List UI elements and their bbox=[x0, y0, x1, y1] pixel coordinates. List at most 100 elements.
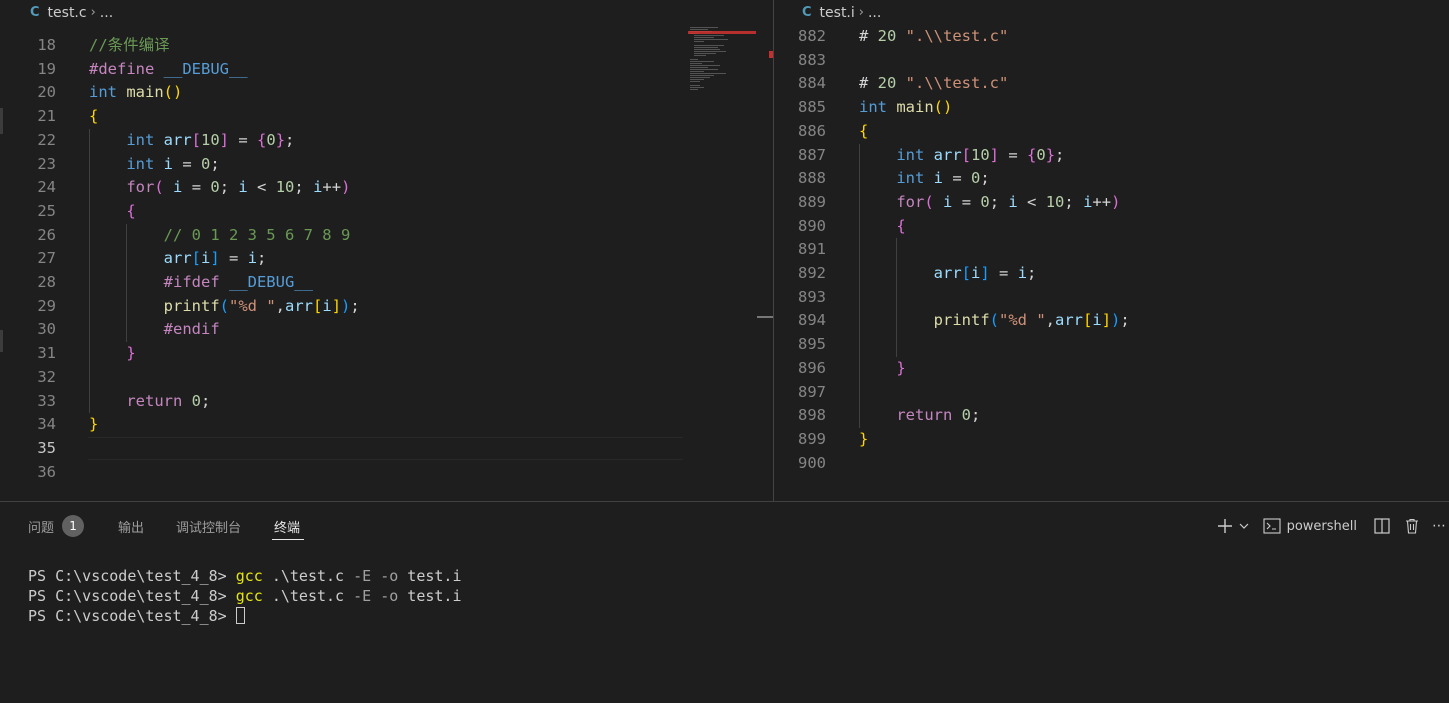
code-line[interactable]: 883 bbox=[774, 49, 1449, 73]
breadcrumb-ellipsis[interactable]: ... bbox=[100, 5, 113, 21]
code-token: { bbox=[859, 121, 869, 140]
editor-scrollbar[interactable] bbox=[757, 25, 773, 501]
code-token: int bbox=[89, 83, 127, 102]
minimap-error-marker bbox=[688, 31, 756, 34]
code-token: } bbox=[1045, 145, 1056, 164]
code-token: = bbox=[999, 145, 1028, 164]
new-terminal-button[interactable] bbox=[1215, 514, 1235, 538]
code-line[interactable]: 24 for( i = 0; i < 10; i++) bbox=[0, 176, 757, 200]
breadcrumb-file-name[interactable]: test.i bbox=[820, 5, 855, 21]
line-number: 895 bbox=[798, 335, 826, 354]
code-line[interactable]: 22 int arr[10] = {0}; bbox=[0, 129, 757, 153]
code-line[interactable]: 19 #define __DEBUG__ bbox=[0, 58, 757, 82]
terminal-arg: test.i bbox=[398, 587, 462, 605]
tab-problems[interactable]: 问题 1 bbox=[28, 515, 85, 537]
code-line[interactable]: 897 bbox=[774, 381, 1449, 405]
code-line[interactable]: 900 bbox=[774, 452, 1449, 476]
code-line[interactable]: 33 return 0; bbox=[0, 390, 757, 414]
code-line[interactable]: 34} bbox=[0, 413, 757, 437]
code-token: "%d " bbox=[229, 296, 276, 315]
code-token: < bbox=[247, 178, 276, 197]
split-terminal-button[interactable] bbox=[1369, 514, 1395, 538]
terminal-profile-dropdown[interactable] bbox=[1235, 514, 1253, 538]
code-text: } bbox=[859, 428, 868, 452]
code-line[interactable]: 25 { bbox=[0, 200, 757, 224]
terminal-instance-powershell[interactable]: powershell bbox=[1263, 514, 1357, 538]
breadcrumb-left[interactable]: C test.c › ... bbox=[30, 0, 113, 25]
code-token: = bbox=[219, 249, 248, 268]
editor-test-c[interactable]: 18//条件编译 19 #define __DEBUG__ 20 int main() 2… bbox=[0, 25, 757, 501]
code-line[interactable]: 888 int i = 0; bbox=[774, 167, 1449, 191]
code-line[interactable]: 28 #ifdef __DEBUG__ bbox=[0, 271, 757, 295]
code-line[interactable]: 23 int i = 0; bbox=[0, 153, 757, 177]
code-token: ] bbox=[331, 296, 342, 315]
code-text: #define __DEBUG__ bbox=[89, 58, 248, 82]
code-line[interactable]: 898 return 0; bbox=[774, 404, 1449, 428]
line-number: 35 bbox=[37, 438, 56, 457]
code-text: } bbox=[859, 357, 905, 381]
line-number: 894 bbox=[798, 311, 826, 330]
code-line[interactable]: 21 { bbox=[0, 105, 757, 129]
code-token: 10 bbox=[971, 145, 990, 164]
code-line[interactable]: 882 # 20 ".\\test.c" bbox=[774, 25, 1449, 49]
more-actions-button[interactable]: ⋯ bbox=[1429, 514, 1449, 538]
code-line[interactable]: 899} bbox=[774, 428, 1449, 452]
code-line[interactable]: 30 #endif bbox=[0, 318, 757, 342]
tab-output[interactable]: 输出 bbox=[118, 515, 144, 537]
code-line[interactable]: 20 int main() bbox=[0, 81, 757, 105]
code-token: ; bbox=[201, 391, 211, 410]
line-number: 29 bbox=[37, 296, 56, 315]
code-line[interactable]: 29 printf("%d ",arr[i]); bbox=[0, 295, 757, 319]
code-token: ; bbox=[210, 154, 220, 173]
code-line[interactable]: 896 } bbox=[774, 357, 1449, 381]
code-token: # bbox=[859, 74, 878, 93]
code-line[interactable]: 35 bbox=[0, 437, 757, 461]
code-line[interactable]: 894 printf("%d ",arr[i]); bbox=[774, 309, 1449, 333]
code-line[interactable]: 895 bbox=[774, 333, 1449, 357]
code-line[interactable]: 891 bbox=[774, 238, 1449, 262]
code-token: ; bbox=[219, 178, 239, 197]
code-token: i bbox=[1083, 192, 1093, 211]
code-line[interactable]: 890 { bbox=[774, 215, 1449, 239]
code-token: ; bbox=[294, 178, 314, 197]
breadcrumb-ellipsis[interactable]: ... bbox=[868, 5, 881, 21]
code-token: main bbox=[126, 83, 164, 102]
code-line[interactable]: 31 } bbox=[0, 342, 757, 366]
minimap-line bbox=[690, 69, 718, 70]
code-line[interactable]: 887 int arr[10] = {0}; bbox=[774, 144, 1449, 168]
minimap-line bbox=[690, 71, 704, 72]
code-token: } bbox=[126, 344, 136, 363]
code-line[interactable]: 36 bbox=[0, 461, 757, 485]
code-text: return 0; bbox=[859, 404, 980, 428]
code-line[interactable]: 18 //条件编译 bbox=[0, 34, 757, 58]
editor-test-i[interactable]: 882 # 20 ".\\test.c" 883 884 # 20 ".\\test.c… bbox=[774, 25, 1449, 501]
breadcrumb-right[interactable]: C test.i › ... bbox=[802, 0, 881, 25]
terminal-command: gcc bbox=[235, 567, 263, 585]
tab-terminal[interactable]: 终端 bbox=[274, 515, 300, 537]
code-token: , bbox=[1045, 311, 1056, 330]
code-line[interactable]: 27 arr[i] = i; bbox=[0, 247, 757, 271]
minimap-line bbox=[690, 79, 704, 80]
line-number: 32 bbox=[37, 367, 56, 386]
code-token: ; bbox=[989, 192, 1009, 211]
tab-debug-console[interactable]: 调试控制台 bbox=[176, 515, 241, 537]
terminal-output[interactable]: PS C:\vscode\test_4_8> gcc .\test.c -E -… bbox=[28, 566, 462, 626]
minimap[interactable] bbox=[688, 25, 756, 95]
code-line[interactable]: 32 bbox=[0, 366, 757, 390]
code-token: i bbox=[173, 178, 183, 197]
chevron-right-icon: › bbox=[858, 5, 864, 20]
code-line[interactable]: 892 arr[i] = i; bbox=[774, 262, 1449, 286]
kill-terminal-button[interactable] bbox=[1399, 514, 1425, 538]
code-token: ; bbox=[971, 406, 981, 425]
minimap-line bbox=[690, 61, 714, 62]
code-line[interactable]: 893 bbox=[774, 286, 1449, 310]
code-token: ( bbox=[924, 192, 934, 211]
code-line[interactable]: 886 { bbox=[774, 120, 1449, 144]
code-line[interactable]: 885 int main() bbox=[774, 96, 1449, 120]
bottom-panel: 问题 1 输出 调试控制台 终端 powershell ⋯ PS C:\vsco… bbox=[0, 501, 1449, 703]
code-line[interactable]: 884 # 20 ".\\test.c" bbox=[774, 72, 1449, 96]
breadcrumb-file-name[interactable]: test.c bbox=[48, 5, 87, 21]
code-line[interactable]: 26 // 0 1 2 3 5 6 7 8 9 bbox=[0, 224, 757, 248]
code-line[interactable]: 889 for( i = 0; i < 10; i++) bbox=[774, 191, 1449, 215]
